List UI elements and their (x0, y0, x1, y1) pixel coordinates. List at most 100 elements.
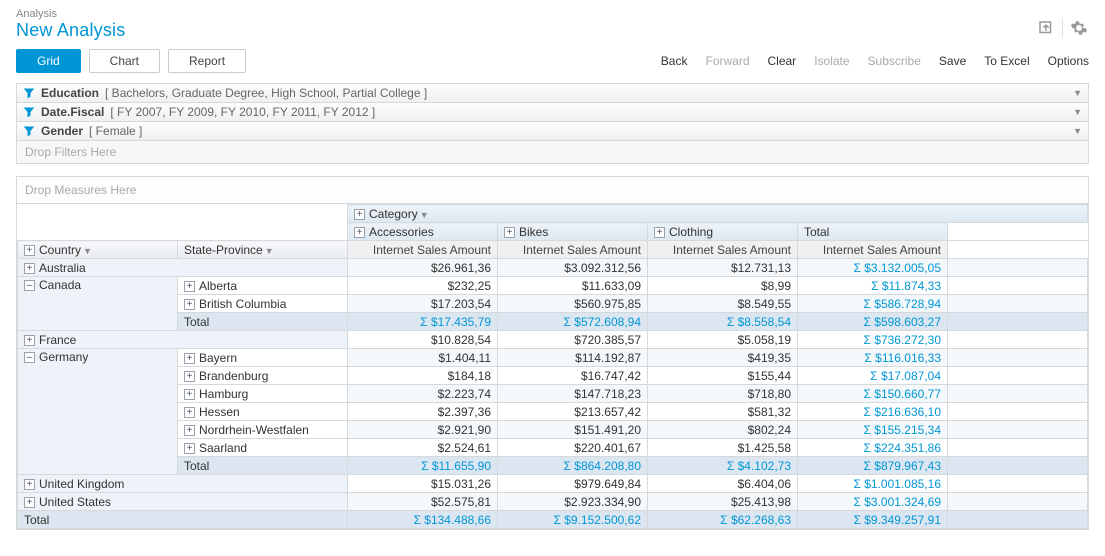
cell: $979.649,84 (498, 475, 648, 493)
row-british-columbia[interactable]: +British Columbia (178, 295, 348, 313)
filter-dim-label: Date.Fiscal (41, 105, 104, 119)
cell-total: Σ $736.272,30 (798, 331, 948, 349)
cell-total: Σ $11.874,33 (798, 277, 948, 295)
gear-icon[interactable] (1069, 18, 1089, 38)
cell: Σ $572.608,94 (498, 313, 648, 331)
tab-report[interactable]: Report (168, 49, 246, 73)
cell-total: Σ $150.660,77 (798, 385, 948, 403)
filter-dim-label: Gender (41, 124, 83, 138)
drop-measures-zone[interactable]: Drop Measures Here (16, 176, 1089, 204)
action-to-excel[interactable]: To Excel (984, 54, 1029, 68)
measure-label: Internet Sales Amount (498, 241, 648, 259)
cell: $1.425,58 (648, 439, 798, 457)
column-category[interactable]: +Category▼ (348, 205, 1088, 223)
action-save[interactable]: Save (939, 54, 966, 68)
row-france[interactable]: +France (18, 331, 348, 349)
row-brandenburg[interactable]: +Brandenburg (178, 367, 348, 385)
filter-dim-label: Education (41, 86, 99, 100)
expand-icon[interactable]: + (24, 245, 35, 256)
export-icon[interactable] (1036, 18, 1056, 38)
col-bikes[interactable]: +Bikes (498, 223, 648, 241)
cell: Σ $864.208,80 (498, 457, 648, 475)
row-dim-country[interactable]: +Country▼ (18, 241, 178, 259)
cell: $15.031,26 (348, 475, 498, 493)
cell: $17.203,54 (348, 295, 498, 313)
chevron-down-icon[interactable]: ▼ (1073, 126, 1082, 136)
cell: $6.404,06 (648, 475, 798, 493)
expand-icon[interactable]: + (354, 227, 365, 238)
cell: $184,18 (348, 367, 498, 385)
expand-icon[interactable]: + (354, 209, 365, 220)
cell: $5.058,19 (648, 331, 798, 349)
drop-filters-zone[interactable]: Drop Filters Here (16, 141, 1089, 164)
cell: $26.961,36 (348, 259, 498, 277)
cell-total: Σ $216.636,10 (798, 403, 948, 421)
cell: Σ $11.655,90 (348, 457, 498, 475)
chevron-down-icon[interactable]: ▼ (1073, 88, 1082, 98)
chevron-down-icon[interactable]: ▼ (1073, 107, 1082, 117)
chevron-down-icon[interactable]: ▼ (420, 210, 429, 220)
cell: $12.731,13 (648, 259, 798, 277)
cell: $2.524,61 (348, 439, 498, 457)
action-back[interactable]: Back (661, 54, 688, 68)
breadcrumb: Analysis (10, 8, 1095, 20)
cell: $802,24 (648, 421, 798, 439)
row-saarland[interactable]: +Saarland (178, 439, 348, 457)
cell-total: Σ $1.001.085,16 (798, 475, 948, 493)
row-germany[interactable]: –Germany (18, 349, 178, 475)
cell: $720.385,57 (498, 331, 648, 349)
cell: $2.921,90 (348, 421, 498, 439)
cell: $560.975,85 (498, 295, 648, 313)
action-options[interactable]: Options (1048, 54, 1089, 68)
cell: Σ $4.102,73 (648, 457, 798, 475)
filter-education[interactable]: Education [ Bachelors, Graduate Degree, … (16, 83, 1089, 103)
collapse-icon[interactable]: – (24, 280, 35, 291)
cell: Σ $62.268,63 (648, 511, 798, 529)
row-us[interactable]: +United States (18, 493, 348, 511)
row-canada[interactable]: –Canada (18, 277, 178, 331)
row-hessen[interactable]: +Hessen (178, 403, 348, 421)
cell: $147.718,23 (498, 385, 648, 403)
cell: Σ $17.435,79 (348, 313, 498, 331)
cell: $52.575,81 (348, 493, 498, 511)
cell: Σ $8.558,54 (648, 313, 798, 331)
col-clothing[interactable]: +Clothing (648, 223, 798, 241)
row-bayern[interactable]: +Bayern (178, 349, 348, 367)
cell-total: Σ $224.351,86 (798, 439, 948, 457)
cell: Σ $134.488,66 (348, 511, 498, 529)
cell-total: Σ $155.215,34 (798, 421, 948, 439)
cell: $2.223,74 (348, 385, 498, 403)
expand-icon[interactable]: + (504, 227, 515, 238)
cell: Σ $9.152.500,62 (498, 511, 648, 529)
funnel-icon (23, 106, 35, 118)
row-australia[interactable]: +Australia (18, 259, 348, 277)
tab-grid[interactable]: Grid (16, 49, 81, 73)
cell-total: Σ $879.967,43 (798, 457, 948, 475)
filter-selection: [ Female ] (89, 124, 142, 138)
cell: $419,35 (648, 349, 798, 367)
tab-chart[interactable]: Chart (89, 49, 160, 73)
row-alberta[interactable]: +Alberta (178, 277, 348, 295)
cell: $151.491,20 (498, 421, 648, 439)
collapse-icon[interactable]: – (24, 352, 35, 363)
row-uk[interactable]: +United Kingdom (18, 475, 348, 493)
action-clear[interactable]: Clear (768, 54, 797, 68)
cell: $213.657,42 (498, 403, 648, 421)
row-nrw[interactable]: +Nordrhein-Westfalen (178, 421, 348, 439)
filter-date-fiscal[interactable]: Date.Fiscal [ FY 2007, FY 2009, FY 2010,… (16, 103, 1089, 122)
col-total: Total (798, 223, 948, 241)
row-grand-total: Total (18, 511, 348, 529)
cell-total: Σ $3.001.324,69 (798, 493, 948, 511)
action-forward: Forward (705, 54, 749, 68)
row-canada-total: Total (178, 313, 348, 331)
cell: $16.747,42 (498, 367, 648, 385)
row-hamburg[interactable]: +Hamburg (178, 385, 348, 403)
filter-gender[interactable]: Gender [ Female ] ▼ (16, 122, 1089, 141)
row-dim-state[interactable]: State-Province▼ (178, 241, 348, 259)
expand-icon[interactable]: + (654, 227, 665, 238)
col-accessories[interactable]: +Accessories (348, 223, 498, 241)
action-isolate: Isolate (814, 54, 849, 68)
measure-label: Internet Sales Amount (798, 241, 948, 259)
toolbar-divider (1062, 19, 1063, 37)
expand-icon[interactable]: + (24, 263, 35, 274)
